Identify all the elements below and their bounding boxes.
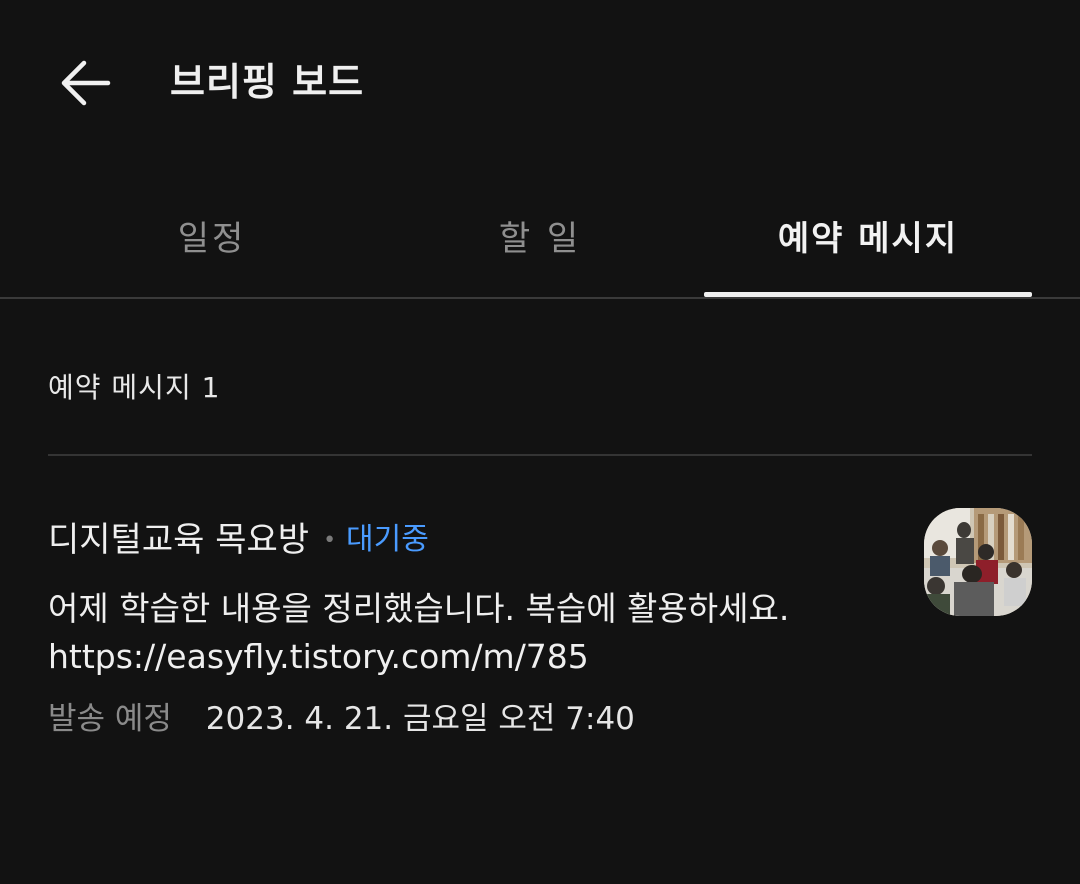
arrow-left-icon	[61, 60, 111, 106]
app-header: 브리핑 보드	[0, 0, 1080, 165]
tab-bar: 일정 할 일 예약 메시지	[0, 175, 1080, 299]
photo-thumbnail-icon	[924, 508, 1032, 616]
send-schedule-label: 발송 예정	[48, 701, 172, 737]
chat-room-name: 디지털교육 목요방	[48, 520, 310, 560]
message-header: 디지털교육 목요방 • 대기중	[48, 516, 429, 564]
back-button[interactable]	[50, 50, 120, 116]
send-schedule-datetime: 2023. 4. 21. 금요일 오전 7:40	[205, 701, 635, 737]
send-schedule: 발송 예정 2023. 4. 21. 금요일 오전 7:40	[48, 697, 635, 741]
status-badge: 대기중	[346, 522, 429, 557]
message-body: 어제 학습한 내용을 정리했습니다. 복습에 활용하세요. https://ea…	[48, 589, 790, 676]
scheduled-message-item[interactable]: 디지털교육 목요방 • 대기중 어제 학습한 내용을 정리했습니다. 복습에 활…	[0, 500, 1080, 760]
group-photo-thumbnail[interactable]	[924, 508, 1032, 616]
tab-scheduled-messages[interactable]: 예약 메시지	[704, 175, 1032, 295]
tab-schedule[interactable]: 일정	[48, 175, 376, 295]
separator-dot: •	[323, 527, 337, 553]
page-title: 브리핑 보드	[170, 60, 365, 104]
section-title: 예약 메시지 1	[48, 371, 221, 404]
section-divider	[48, 454, 1032, 456]
tab-todo[interactable]: 할 일	[376, 175, 704, 295]
tabs-divider	[0, 297, 1080, 299]
